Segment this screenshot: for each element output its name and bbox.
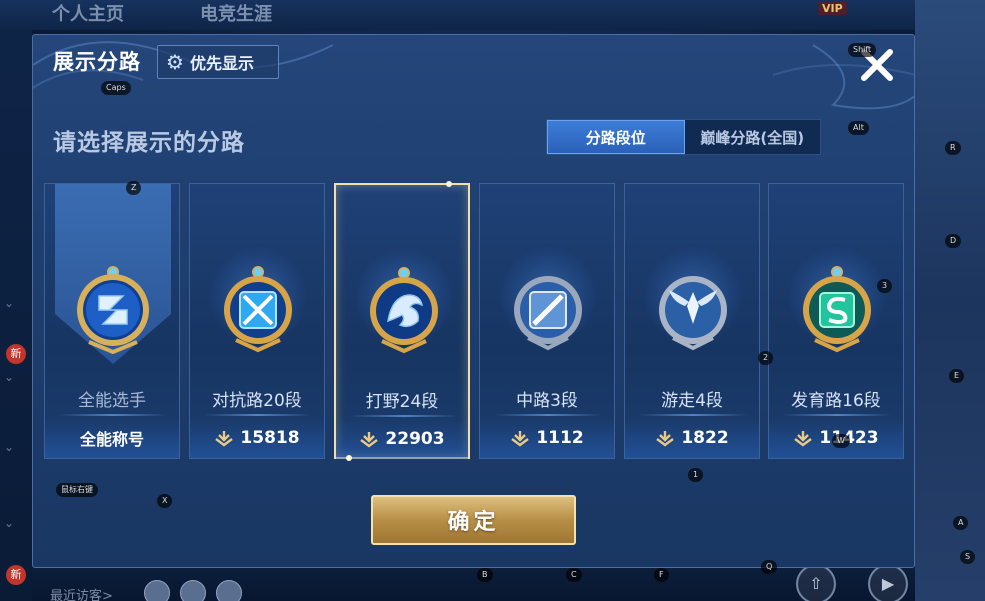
key-hint: C: [566, 568, 582, 582]
lane-title-row: 全能称号: [45, 418, 179, 458]
avatar[interactable]: [216, 580, 242, 601]
chevron-down-icon[interactable]: ⌄: [4, 296, 14, 310]
chevron-down-icon[interactable]: ⌄: [4, 516, 14, 530]
vip-badge: VIP: [818, 2, 847, 15]
lane-card-roam[interactable]: 游走4段 1822: [624, 183, 760, 459]
new-badge: 新: [6, 565, 26, 585]
lane-display-dialog: 展示分路 ⚙ 优先显示 请选择展示的分路 分路段位 巅峰分路(全国) 全能选手 …: [32, 34, 915, 568]
peak-score-icon: [360, 432, 379, 448]
farm-lane-medal-icon: [803, 266, 871, 353]
priority-display-label: 优先显示: [189, 54, 254, 73]
lane-name: 中路3段: [516, 391, 578, 411]
key-hint: 鼠标右键: [56, 483, 98, 497]
tab-peak-lane-national[interactable]: 巅峰分路(全国): [685, 120, 821, 154]
key-hint: F: [654, 568, 669, 582]
key-hint: 1: [688, 468, 704, 482]
lane-card-clash[interactable]: 对抗路20段 15818: [189, 183, 325, 459]
confirm-button[interactable]: 确定: [371, 495, 576, 545]
lane-card-mid[interactable]: 中路3段 1112: [479, 183, 615, 459]
lane-name: 全能选手: [78, 391, 146, 411]
clash-lane-medal-icon: [224, 266, 292, 353]
key-hint: Shift: [848, 43, 877, 57]
card-divider: [639, 414, 747, 416]
priority-display-button[interactable]: ⚙ 优先显示: [157, 45, 279, 79]
new-badge: 新: [6, 344, 26, 364]
chevron-down-icon[interactable]: ⌄: [4, 440, 14, 454]
peak-score: 15818: [240, 428, 300, 448]
up-arrow-icon[interactable]: ⇧: [796, 564, 836, 601]
card-divider: [350, 415, 458, 417]
dialog-subtitle: 请选择展示的分路: [53, 130, 245, 156]
lane-card-jungle[interactable]: 打野24段 22903: [334, 181, 470, 461]
peak-score: 1112: [536, 428, 584, 448]
key-hint: D: [945, 234, 962, 248]
key-hint: 3: [877, 279, 893, 293]
all-round-title-label: 全能称号: [79, 430, 144, 449]
peak-score: 22903: [385, 429, 445, 449]
all-round-medal-icon: [77, 266, 149, 354]
peak-score-icon: [511, 431, 530, 447]
lane-name: 打野24段: [365, 392, 439, 412]
key-hint: S: [960, 550, 976, 564]
lane-name: 游走4段: [661, 391, 723, 411]
lane-name: 发育路16段: [791, 391, 881, 411]
key-hint: W: [832, 434, 850, 448]
key-hint: Caps: [101, 81, 131, 95]
lane-card-farm[interactable]: 发育路16段 11423: [768, 183, 904, 459]
lane-ranking-segmented-control: 分路段位 巅峰分路(全国): [546, 119, 821, 155]
dialog-title: 展示分路: [53, 50, 141, 74]
key-hint: E: [949, 369, 965, 383]
key-hint: 2: [758, 351, 774, 365]
card-divider: [783, 414, 891, 416]
lane-card-list: 全能选手 全能称号 对抗路20段 15818 打野24段 22903 中路3段 …: [44, 181, 904, 461]
avatar[interactable]: [144, 580, 170, 601]
peak-score-icon: [656, 431, 675, 447]
card-divider: [204, 414, 312, 416]
peak-score-row: 1112: [480, 418, 614, 458]
jungle-dragon-medal-icon: [370, 267, 438, 354]
recent-visitors-link[interactable]: 最近访客>: [50, 585, 113, 601]
selection-sparkle: [446, 181, 452, 187]
key-hint: B: [477, 568, 493, 582]
key-hint: Alt: [848, 121, 869, 135]
chevron-down-icon[interactable]: ⌄: [4, 370, 14, 384]
peak-score-row: 1822: [625, 418, 759, 458]
tab-lane-rank[interactable]: 分路段位: [547, 120, 685, 154]
play-icon[interactable]: ▶: [868, 564, 908, 601]
lane-card-all-round[interactable]: 全能选手 全能称号: [44, 183, 180, 459]
peak-score-row: 22903: [336, 419, 468, 459]
peak-score: 1822: [681, 428, 729, 448]
peak-score-icon: [794, 431, 813, 447]
bg-tab-profile[interactable]: 个人主页: [52, 0, 124, 26]
mid-lane-medal-icon: [514, 276, 582, 351]
key-hint: Q: [761, 560, 778, 574]
roam-wings-medal-icon: [659, 276, 727, 351]
lane-name: 对抗路20段: [212, 391, 302, 411]
card-divider: [494, 414, 602, 416]
avatar[interactable]: [180, 580, 206, 601]
card-divider: [59, 414, 167, 416]
gear-icon: ⚙: [166, 50, 184, 74]
confirm-button-label: 确定: [447, 510, 500, 535]
peak-score-icon: [215, 431, 234, 447]
peak-score-row: 15818: [190, 418, 324, 458]
background-hero-art: [915, 0, 985, 601]
key-hint: R: [945, 141, 961, 155]
bg-tab-career[interactable]: 电竞生涯: [200, 0, 272, 26]
selection-sparkle: [346, 455, 352, 461]
